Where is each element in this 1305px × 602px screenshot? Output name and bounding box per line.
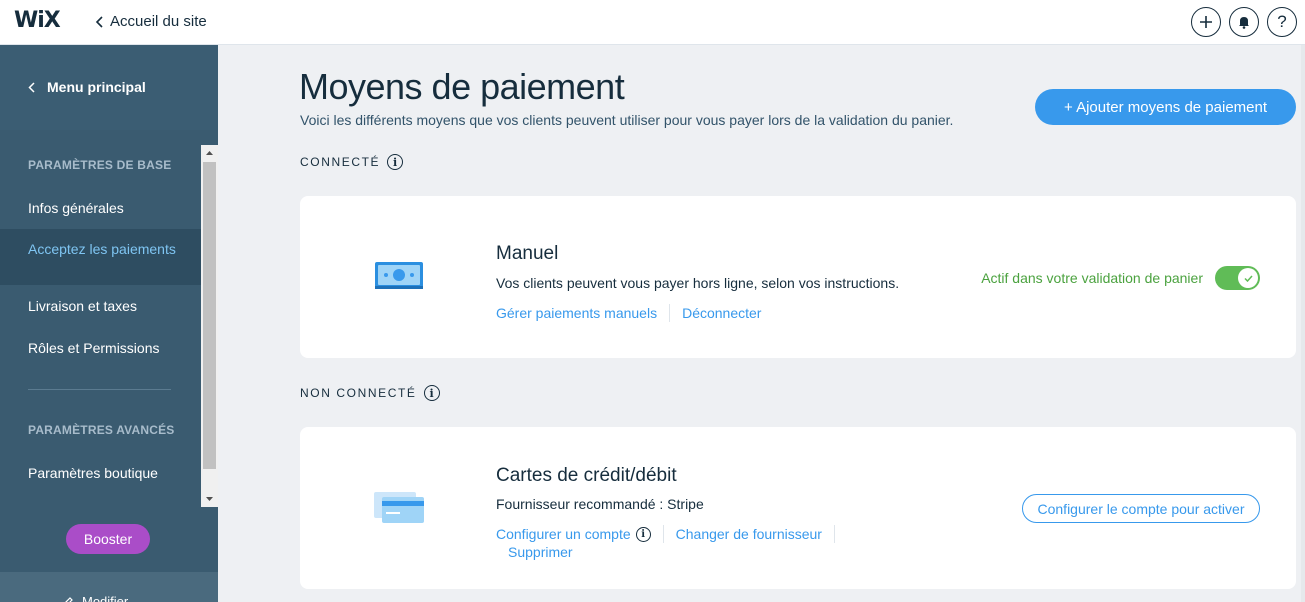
change-provider-link[interactable]: Changer de fournisseur (676, 526, 822, 542)
sidebar-footer: Modifier (0, 572, 218, 602)
active-status-text: Actif dans votre validation de panier (981, 270, 1203, 286)
plus-icon[interactable] (1191, 7, 1221, 37)
wix-logo[interactable]: WiX (14, 8, 61, 33)
section-basic-settings: PARAMÈTRES DE BASE (28, 158, 172, 172)
info-icon[interactable]: i (635, 526, 651, 542)
sidebar-item-general-info[interactable]: Infos générales (0, 200, 201, 216)
back-to-site-link[interactable]: Accueil du site (95, 13, 207, 30)
modify-label: Modifier (82, 594, 129, 602)
main-menu-back-button[interactable]: Menu principal (28, 79, 146, 95)
top-bar: WiX Accueil du site ? (0, 0, 1305, 45)
page-scrollbar[interactable] (1301, 45, 1305, 602)
info-icon[interactable]: i (423, 385, 440, 401)
chevron-left-icon (95, 15, 103, 28)
help-icon[interactable]: ? (1267, 7, 1297, 37)
booster-button[interactable]: Booster (66, 524, 150, 554)
info-icon[interactable]: i (387, 154, 404, 170)
link-separator (669, 304, 671, 322)
modify-button[interactable]: Modifier (62, 594, 128, 602)
recommended-provider: Fournisseur recommandé : Stripe (496, 496, 704, 512)
page-subtitle: Voici les différents moyens que vos clie… (300, 112, 954, 128)
connected-section-label: CONNECTÉ i (300, 154, 404, 170)
cash-icon (375, 262, 423, 289)
link-separator (833, 525, 835, 543)
manage-manual-payments-link[interactable]: Gérer paiements manuels (496, 305, 657, 321)
manual-title: Manuel (496, 243, 559, 264)
page-title: Moyens de paiement (299, 66, 625, 107)
active-toggle[interactable] (1215, 266, 1260, 290)
pencil-icon (64, 596, 73, 602)
sidebar-divider (28, 389, 171, 390)
connected-label: CONNECTÉ (300, 155, 381, 169)
main-menu-label: Menu principal (47, 79, 146, 95)
sidebar-item-accept-payments[interactable]: Acceptez les paiements (0, 229, 201, 285)
sidebar-item-shipping-taxes[interactable]: Livraison et taxes (0, 298, 201, 314)
add-payment-method-button[interactable]: + Ajouter moyens de paiement (1035, 89, 1296, 125)
sidebar-scroll-thumb[interactable] (203, 162, 216, 469)
not-connected-label: NON CONNECTÉ (300, 386, 417, 400)
disconnect-link[interactable]: Déconnecter (682, 305, 761, 321)
manual-description: Vos clients peuvent vous payer hors lign… (496, 275, 900, 291)
back-to-site-label: Accueil du site (110, 13, 207, 30)
chevron-left-icon (28, 81, 35, 93)
credit-card-payment-card: Cartes de crédit/débit Fournisseur recom… (300, 427, 1296, 589)
manual-payment-card: Manuel Vos clients peuvent vous payer ho… (300, 196, 1296, 358)
configure-account-button[interactable]: Configurer le compte pour activer (1022, 494, 1260, 523)
configure-account-link[interactable]: Configurer un compte (496, 526, 631, 542)
not-connected-section-label: NON CONNECTÉ i (300, 385, 440, 401)
scroll-down-arrow-icon[interactable] (201, 491, 218, 507)
credit-card-icon (374, 492, 424, 523)
sidebar: Menu principal PARAMÈTRES DE BASE Infos … (0, 45, 218, 602)
sidebar-item-store-settings[interactable]: Paramètres boutique (0, 465, 201, 481)
cards-title: Cartes de crédit/débit (496, 465, 677, 486)
scroll-up-arrow-icon[interactable] (201, 145, 218, 161)
delete-link[interactable]: Supprimer (508, 544, 573, 560)
link-separator (662, 525, 664, 543)
section-advanced-settings: PARAMÈTRES AVANCÉS (28, 423, 175, 437)
bell-icon[interactable] (1229, 7, 1259, 37)
sidebar-item-roles-permissions[interactable]: Rôles et Permissions (0, 340, 201, 356)
check-icon (1243, 274, 1253, 282)
toggle-knob (1238, 268, 1258, 288)
